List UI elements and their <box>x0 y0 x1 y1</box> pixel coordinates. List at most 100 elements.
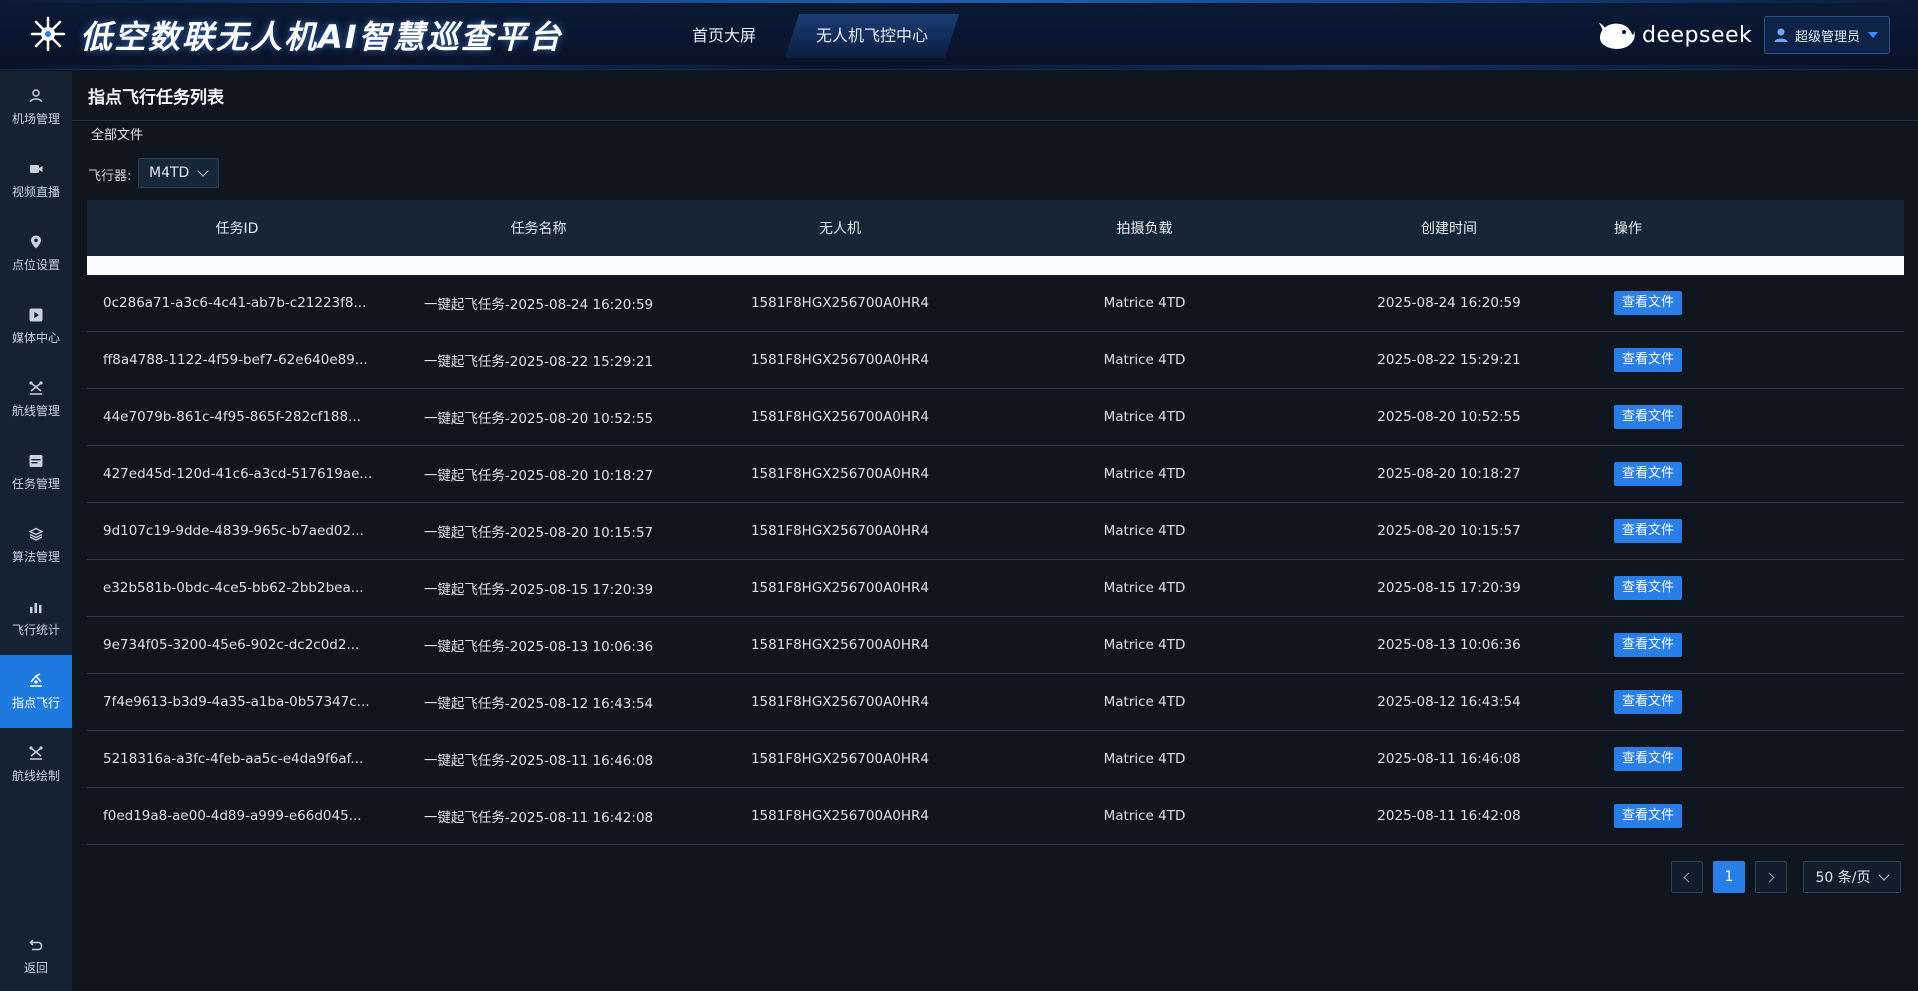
view-files-button[interactable]: 查看文件 <box>1614 633 1683 657</box>
sidebar-item-airport[interactable]: 机场管理 <box>0 71 72 144</box>
cell-created-time: 2025-08-20 10:15:57 <box>1377 523 1521 539</box>
cell-task-name: 一键起飞任务-2025-08-20 10:15:57 <box>423 525 654 541</box>
cell-actions: 查看文件 <box>1599 804 1904 828</box>
table-row: 0c286a71-a3c6-4c41-ab7b-c21223f8... 一键起飞任… <box>87 275 1904 332</box>
table-row: 9d107c19-9dde-4839-965c-b7aed02... 一键起飞任务… <box>87 503 1904 560</box>
cell-task-name: 一键起飞任务-2025-08-22 15:29:21 <box>423 354 654 370</box>
cell-actions: 查看文件 <box>1599 462 1904 486</box>
header-task-id: 任务ID <box>215 221 259 237</box>
cell-payload: Matrice 4TD <box>1103 409 1186 425</box>
whale-logo-icon <box>1599 23 1635 49</box>
nav-home-screen[interactable]: 首页大屏 <box>668 14 780 58</box>
table-row: 44e7079b-861c-4f95-865f-282cf188... 一键起飞任… <box>87 389 1904 446</box>
sidebar-item-route-drawing[interactable]: 航线绘制 <box>0 728 72 801</box>
page-size-select[interactable]: 50 条/页 <box>1803 861 1901 893</box>
aircraft-filter-label: 飞行器: <box>88 169 132 184</box>
play-icon <box>29 308 43 322</box>
sidebar-item-label: 指点飞行 <box>11 696 60 710</box>
page-number-button[interactable]: 1 <box>1713 861 1745 893</box>
view-files-button[interactable]: 查看文件 <box>1614 690 1683 714</box>
sidebar-back-button[interactable]: 返回 <box>0 920 72 991</box>
sidebar-item-algorithm-management[interactable]: 算法管理 <box>0 509 72 582</box>
sidebar-item-pointer-flight[interactable]: 指点飞行 <box>0 655 72 728</box>
cell-task-id: f0ed19a8-ae00-4d89-a999-e66d045... <box>103 808 362 824</box>
table-row: f0ed19a8-ae00-4d89-a999-e66d045... 一键起飞任务… <box>87 788 1904 845</box>
table-row: ff8a4788-1122-4f59-bef7-62e640e89... 一键起飞… <box>87 332 1904 389</box>
top-nav: 首页大屏 无人机飞控中心 <box>668 14 960 58</box>
cell-task-name: 一键起飞任务-2025-08-15 17:20:39 <box>423 582 654 598</box>
return-icon <box>29 939 43 951</box>
user-name: 超级管理员 <box>1795 29 1861 45</box>
cell-actions: 查看文件 <box>1599 576 1904 600</box>
sidebar-item-label: 航线绘制 <box>11 769 60 783</box>
caret-down-icon <box>1868 32 1879 38</box>
chevron-left-icon <box>1683 872 1694 882</box>
view-files-button[interactable]: 查看文件 <box>1614 405 1683 429</box>
view-files-button[interactable]: 查看文件 <box>1614 462 1683 486</box>
sidebar-item-label: 任务管理 <box>11 477 60 491</box>
aircraft-select-value: M4TD <box>149 165 190 181</box>
cell-created-time: 2025-08-20 10:18:27 <box>1377 466 1521 482</box>
cell-created-time: 2025-08-13 10:06:36 <box>1377 637 1521 653</box>
view-files-button[interactable]: 查看文件 <box>1614 747 1683 771</box>
cell-payload: Matrice 4TD <box>1103 751 1186 767</box>
cell-drone: 1581F8HGX256700A0HR4 <box>750 352 930 368</box>
sidebar-item-live-video[interactable]: 视频直播 <box>0 144 72 217</box>
view-files-button[interactable]: 查看文件 <box>1614 291 1683 315</box>
table-row: 427ed45d-120d-41c6-a3cd-517619ae... 一键起飞任… <box>87 446 1904 503</box>
sidebar-item-label: 机场管理 <box>11 112 60 126</box>
cell-created-time: 2025-08-12 16:43:54 <box>1377 694 1521 710</box>
cell-actions: 查看文件 <box>1599 348 1904 372</box>
sidebar-item-label: 算法管理 <box>11 550 60 564</box>
nav-flight-control-label: 无人机飞控中心 <box>816 26 929 45</box>
sidebar-item-label: 视频直播 <box>11 185 60 199</box>
header-created-time: 创建时间 <box>1421 221 1477 237</box>
sidebar-item-task-management[interactable]: 任务管理 <box>0 436 72 509</box>
prev-page-button[interactable] <box>1671 861 1703 893</box>
table-header: 任务ID 任务名称 无人机 拍摄负载 创建时间 操作 <box>87 200 1904 256</box>
view-files-button[interactable]: 查看文件 <box>1614 804 1683 828</box>
sidebar-item-label: 点位设置 <box>11 258 60 272</box>
nav-flight-control-center[interactable]: 无人机飞控中心 <box>784 14 960 58</box>
table-row: 5218316a-a3fc-4feb-aa5c-e4da9f6af... 一键起飞… <box>87 731 1904 788</box>
table-body: 0c286a71-a3c6-4c41-ab7b-c21223f8... 一键起飞任… <box>87 275 1904 845</box>
sidebar-item-route-management[interactable]: 航线管理 <box>0 363 72 436</box>
sidebar: 机场管理 视频直播 点位设置 媒体中心 航线管理 任务管理 算法管理 飞行统计 … <box>0 71 72 991</box>
cell-task-id: 0c286a71-a3c6-4c41-ab7b-c21223f8... <box>103 295 367 311</box>
cell-payload: Matrice 4TD <box>1103 694 1186 710</box>
logo-icon <box>30 16 66 52</box>
cell-created-time: 2025-08-11 16:42:08 <box>1377 808 1521 824</box>
app-title: 低空数联无人机AI智慧巡查平台 <box>80 18 563 56</box>
sidebar-item-label: 媒体中心 <box>11 331 60 345</box>
cell-actions: 查看文件 <box>1599 405 1904 429</box>
header-glow-line <box>0 65 1918 69</box>
cell-drone: 1581F8HGX256700A0HR4 <box>750 637 930 653</box>
page-size-value: 50 条/页 <box>1815 870 1871 886</box>
next-page-button[interactable] <box>1755 861 1787 893</box>
user-avatar-icon <box>1774 28 1788 42</box>
cell-task-id: 427ed45d-120d-41c6-a3cd-517619ae... <box>103 466 373 482</box>
sidebar-item-flight-stats[interactable]: 飞行统计 <box>0 582 72 655</box>
pointer-flight-icon <box>30 673 42 687</box>
cell-drone: 1581F8HGX256700A0HR4 <box>750 580 930 596</box>
table-row: 7f4e9613-b3d9-4a35-a1ba-0b57347c... 一键起飞任… <box>87 674 1904 731</box>
cell-payload: Matrice 4TD <box>1103 295 1186 311</box>
cell-drone: 1581F8HGX256700A0HR4 <box>750 295 930 311</box>
sidebar-item-point-settings[interactable]: 点位设置 <box>0 217 72 290</box>
cell-created-time: 2025-08-11 16:46:08 <box>1377 751 1521 767</box>
user-menu[interactable]: 超级管理员 <box>1764 16 1890 54</box>
pagination: 1 50 条/页 <box>1671 861 1901 893</box>
cell-drone: 1581F8HGX256700A0HR4 <box>750 523 930 539</box>
chevron-down-icon <box>1878 869 1891 881</box>
cell-task-id: 9d107c19-9dde-4839-965c-b7aed02... <box>103 523 364 539</box>
breadcrumb-all-files[interactable]: 全部文件 <box>91 124 143 143</box>
view-files-button[interactable]: 查看文件 <box>1614 576 1683 600</box>
bar-chart-icon <box>30 603 42 613</box>
sidebar-item-media-center[interactable]: 媒体中心 <box>0 290 72 363</box>
cell-actions: 查看文件 <box>1599 519 1904 543</box>
top-header: 低空数联无人机AI智慧巡查平台 首页大屏 无人机飞控中心 deepseek 超级… <box>0 0 1918 70</box>
view-files-button[interactable]: 查看文件 <box>1614 348 1683 372</box>
view-files-button[interactable]: 查看文件 <box>1614 519 1683 543</box>
cell-drone: 1581F8HGX256700A0HR4 <box>750 466 930 482</box>
aircraft-select[interactable]: M4TD <box>138 158 219 188</box>
